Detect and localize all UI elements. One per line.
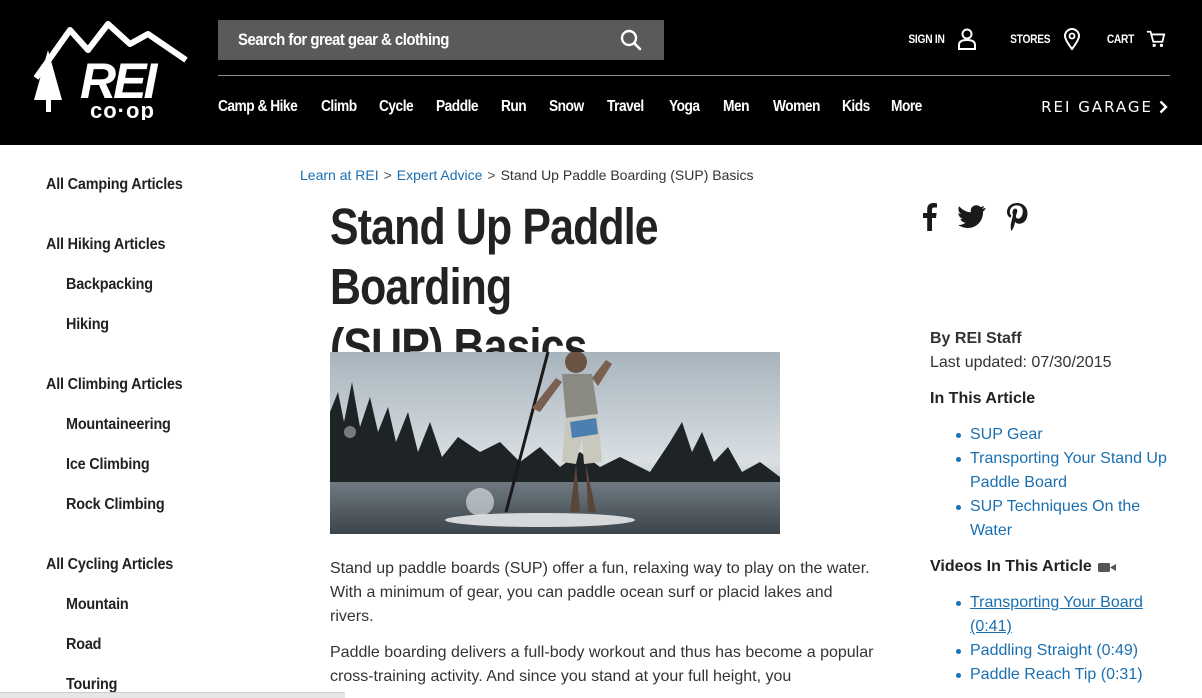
sign-in-link[interactable]: SIGN IN <box>902 28 977 50</box>
breadcrumb-separator: > <box>487 167 496 183</box>
video-link-transporting-board[interactable]: Transporting Your Board (0:41) <box>953 591 1183 639</box>
nav-more[interactable]: More <box>891 98 934 116</box>
sign-in-label: SIGN IN <box>908 32 945 46</box>
toc-link-transporting-board[interactable]: Transporting Your Stand Up Paddle Board <box>953 447 1183 495</box>
sidebar-item-mountaineering[interactable]: Mountaineering <box>66 416 171 434</box>
nav-kids[interactable]: Kids <box>842 98 884 116</box>
sidebar-item-backpacking[interactable]: Backpacking <box>66 276 153 294</box>
in-this-article-heading: In This Article <box>930 390 1036 407</box>
chevron-right-icon <box>1159 100 1168 114</box>
video-link-paddling-straight[interactable]: Paddling Straight (0:49) <box>953 639 1183 663</box>
nav-women[interactable]: Women <box>773 98 832 116</box>
nav-snow[interactable]: Snow <box>549 98 599 116</box>
nav-camp-hike[interactable]: Camp & Hike <box>218 98 307 116</box>
social-share <box>922 203 1028 231</box>
videos-heading-label: Videos In This Article <box>930 558 1092 575</box>
stores-label: STORES <box>1010 32 1051 46</box>
cart-label: CART <box>1106 32 1135 46</box>
site-header: REI co·op Search for great gear & clothi… <box>0 0 1202 145</box>
video-link-label: Paddle Reach Tip (0:31) <box>970 666 1143 683</box>
sidebar-item-hiking[interactable]: Hiking <box>66 316 109 334</box>
videos-heading: Videos In This Article <box>930 558 1116 576</box>
videos-list: Transporting Your Board (0:41) Paddling … <box>953 591 1183 687</box>
sidebar-item-road[interactable]: Road <box>66 636 101 654</box>
breadcrumb: Learn at REI > Expert Advice > Stand Up Padd… <box>300 167 754 183</box>
video-link-paddle-reach-tip[interactable]: Paddle Reach Tip (0:31) <box>953 663 1183 687</box>
rei-garage-link[interactable]: REI GARAGE <box>1041 98 1168 116</box>
intro-paragraph: Stand up paddle boards (SUP) offer a fun… <box>330 560 870 625</box>
header-divider <box>218 75 1170 76</box>
rei-garage-label: REI GARAGE <box>1041 98 1153 116</box>
sidebar-item-mountain[interactable]: Mountain <box>66 596 129 614</box>
horizontal-scrollbar[interactable] <box>0 692 345 698</box>
cart-icon <box>1147 30 1166 47</box>
cart-link[interactable]: CART <box>1102 28 1166 50</box>
nav-climb[interactable]: Climb <box>321 98 371 116</box>
search-icon[interactable] <box>620 29 642 51</box>
svg-text:co·op: co·op <box>90 98 155 120</box>
stores-link[interactable]: STORES <box>1003 28 1082 50</box>
last-updated-date: Last updated: 07/30/2015 <box>930 354 1112 371</box>
toc-link-sup-techniques[interactable]: SUP Techniques On the Water <box>953 495 1183 543</box>
user-icon <box>957 28 976 50</box>
search-bar[interactable]: Search for great gear & clothing <box>218 20 664 60</box>
video-link-label: Transporting Your Board (0:41) <box>970 594 1143 635</box>
nav-men[interactable]: Men <box>723 98 766 116</box>
sidebar-item-rock-climbing[interactable]: Rock Climbing <box>66 496 165 514</box>
page-title: Stand Up Paddle Boarding (SUP) Basics <box>330 197 834 377</box>
twitter-icon[interactable] <box>958 205 986 229</box>
hero-image-paddle-boarder <box>330 352 780 534</box>
sidebar-item-all-climbing[interactable]: All Climbing Articles <box>46 376 183 394</box>
nav-paddle[interactable]: Paddle <box>436 98 492 116</box>
facebook-icon[interactable] <box>922 203 938 231</box>
author-byline: By REI Staff <box>930 330 1022 347</box>
nav-yoga[interactable]: Yoga <box>669 98 715 116</box>
page-title-line-1: Stand Up Paddle Boarding <box>330 198 659 315</box>
sidebar-item-ice-climbing[interactable]: Ice Climbing <box>66 456 150 474</box>
breadcrumb-expert-advice[interactable]: Expert Advice <box>397 167 483 183</box>
breadcrumb-current: Stand Up Paddle Boarding (SUP) Basics <box>500 167 754 183</box>
search-input[interactable]: Search for great gear & clothing <box>238 30 449 50</box>
pinterest-icon[interactable] <box>1006 203 1028 231</box>
video-link-label: Paddling Straight (0:49) <box>970 642 1139 659</box>
sidebar-item-all-cycling[interactable]: All Cycling Articles <box>46 556 173 574</box>
nav-cycle[interactable]: Cycle <box>379 98 428 116</box>
rei-coop-logo[interactable]: REI co·op <box>30 20 190 120</box>
nav-run[interactable]: Run <box>501 98 542 116</box>
location-pin-icon <box>1064 28 1081 50</box>
breadcrumb-separator: > <box>383 167 392 183</box>
in-this-article-list: SUP Gear Transporting Your Stand Up Padd… <box>953 423 1183 543</box>
video-camera-icon <box>1097 563 1116 572</box>
sidebar-item-all-camping[interactable]: All Camping Articles <box>46 176 183 194</box>
sidebar-item-all-hiking[interactable]: All Hiking Articles <box>46 236 165 254</box>
nav-travel[interactable]: Travel <box>607 98 660 116</box>
toc-link-sup-gear[interactable]: SUP Gear <box>953 423 1183 447</box>
body-paragraph: Paddle boarding delivers a full-body wor… <box>330 644 874 685</box>
breadcrumb-learn-at-rei[interactable]: Learn at REI <box>300 167 379 183</box>
main-nav: Camp & Hike Climb Cycle Paddle Run Snow … <box>218 98 941 116</box>
